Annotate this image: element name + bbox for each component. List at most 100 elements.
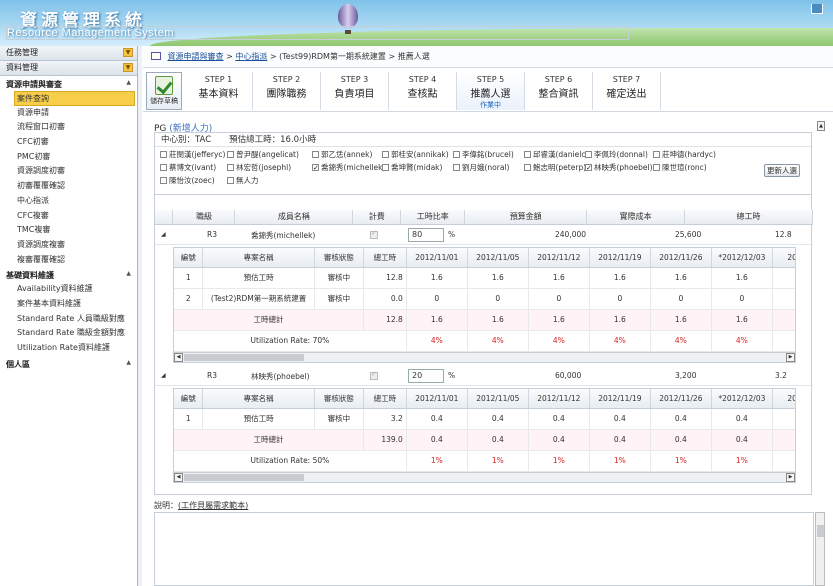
scroll-right-arrow-icon[interactable]: ▶ [786, 353, 795, 362]
step-4[interactable]: STEP 4 查核點 [389, 72, 457, 110]
sidebar-item[interactable]: 資源調度初審 [0, 164, 137, 179]
sidebar-section-2[interactable]: 資料管理 ▼ [0, 61, 137, 76]
candidate-checkbox[interactable]: 鮑志明(peterp) [524, 162, 586, 174]
scroll-left-arrow-icon[interactable]: ◀ [174, 353, 183, 362]
sidebar-item[interactable]: CFC複審 [0, 209, 137, 224]
scroll-left-arrow-icon[interactable]: ◀ [174, 473, 183, 482]
sidebar-item[interactable]: 流程窗口初審 [0, 120, 137, 135]
checkbox-icon[interactable] [312, 151, 319, 158]
checkbox-icon[interactable] [453, 164, 460, 171]
checkbox-icon[interactable] [160, 151, 167, 158]
note-textarea[interactable] [154, 512, 814, 586]
checkbox-icon[interactable] [653, 151, 660, 158]
breadcrumb-link-request[interactable]: 資源申請與審查 [168, 52, 224, 61]
candidate-checkbox[interactable]: 陳怡汝(zoec) [160, 175, 215, 187]
checkbox-icon[interactable] [227, 164, 234, 171]
sidebar-item[interactable]: 資源調度複審 [0, 238, 137, 253]
requirement-template-link[interactable]: (工作貝屬需求範本) [178, 501, 248, 510]
sidebar-item[interactable]: TMC複審 [0, 223, 137, 238]
horizontal-scrollbar[interactable]: ◀ ▶ [174, 472, 795, 482]
candidate-checkbox[interactable]: 李佩玲(donnal) [585, 149, 648, 161]
sidebar-group-2[interactable]: 基礎資料維護 ▲ [0, 267, 137, 282]
sidebar-item[interactable]: 複審覆覆確認 [0, 253, 137, 268]
sidebar-item[interactable]: 初審覆覆確認 [0, 179, 137, 194]
timesheet-cell: 0.4 [772, 408, 795, 430]
sidebar-item[interactable]: 資源申請 [0, 106, 137, 121]
checkbox-icon[interactable] [524, 151, 531, 158]
dropdown-toggle-icon[interactable]: ▼ [123, 63, 133, 72]
collapse-caret-icon[interactable]: ▲ [126, 79, 131, 86]
candidate-checkbox[interactable]: 陳世瑄(ronc) [653, 162, 707, 174]
dropdown-toggle-icon[interactable]: ▼ [123, 48, 133, 57]
date-column-header: 2012/11/01 [406, 248, 468, 268]
checkbox-icon[interactable] [382, 164, 389, 171]
checkbox-icon[interactable] [585, 151, 592, 158]
ratio-input[interactable]: 20 [408, 369, 444, 383]
checkbox-icon[interactable] [160, 177, 167, 184]
scroll-right-arrow-icon[interactable]: ▶ [786, 473, 795, 482]
horizontal-scrollbar[interactable]: ◀ ▶ [174, 352, 795, 362]
expand-triangle-icon[interactable]: ◢ [161, 372, 166, 379]
step-3[interactable]: STEP 3 負責項目 [321, 72, 389, 110]
checkbox-icon[interactable] [312, 162, 319, 174]
checkbox-icon[interactable] [585, 162, 592, 174]
step-2[interactable]: STEP 2 團隊職務 [253, 72, 321, 110]
expand-triangle-icon[interactable]: ◢ [161, 231, 166, 238]
sidebar-splitter[interactable] [138, 46, 142, 586]
home-icon[interactable] [811, 4, 823, 14]
collapse-caret-icon[interactable]: ▲ [126, 359, 131, 366]
checkbox-icon[interactable] [382, 151, 389, 158]
sidebar-item[interactable]: Standard Rate 人員職級對應 [0, 312, 137, 327]
save-draft-button[interactable]: 儲存草稿 [146, 72, 182, 110]
update-candidates-button[interactable]: 更新人選 [764, 164, 800, 177]
member-row: ◢ R3 林映秀(phoebel) 20% 60,000 3,200 3.2 [155, 367, 813, 386]
scrollbar-thumb[interactable] [184, 354, 304, 361]
collapse-caret-icon[interactable]: ▲ [126, 270, 131, 277]
member-hours: 3.2 [775, 371, 787, 380]
candidate-checkbox[interactable]: 郭桂安(annikak) [382, 149, 449, 161]
candidate-checkbox[interactable]: 莊閔漢(jefferyc) [160, 149, 225, 161]
note-scrollbar[interactable] [815, 512, 825, 586]
sidebar-item[interactable]: PMC初審 [0, 150, 137, 165]
step-6[interactable]: STEP 6 整合資訊 [525, 72, 593, 110]
candidate-checkbox[interactable]: 莊坤德(hardyc) [653, 149, 716, 161]
checkbox-icon[interactable] [160, 164, 167, 171]
scrollbar-thumb[interactable] [184, 474, 304, 481]
step-1[interactable]: STEP 1 基本資料 [185, 72, 253, 110]
candidate-checkbox[interactable]: 蔡博文(ivant) [160, 162, 216, 174]
ratio-input[interactable]: 80 [408, 228, 444, 242]
candidate-checkbox[interactable]: 李偉銘(brucel) [453, 149, 514, 161]
sidebar-section-1[interactable]: 任務管理 ▼ [0, 46, 137, 61]
candidate-checkbox[interactable]: 喬錦秀(michellek) [312, 162, 385, 174]
sidebar-item[interactable]: 案件基本資料維護 [0, 297, 137, 312]
step-7[interactable]: STEP 7 確定送出 [593, 72, 661, 110]
sidebar-item[interactable]: 案件查詢 [14, 91, 135, 106]
sidebar-item[interactable]: CFC初審 [0, 135, 137, 150]
member-cost: 3,200 [675, 371, 697, 380]
breadcrumb-link-assign[interactable]: 中心指派 [235, 52, 267, 61]
checkbox-icon[interactable] [227, 151, 234, 158]
collapse-arrow-icon[interactable]: ▲ [817, 121, 825, 131]
sidebar-item[interactable]: Availability資料維護 [0, 282, 137, 297]
candidate-checkbox[interactable]: 劉月娥(noral) [453, 162, 509, 174]
member-grade: R3 [207, 230, 217, 239]
candidate-checkbox[interactable]: 喬坤賢(midak) [382, 162, 442, 174]
candidate-checkbox[interactable]: 無人力 [227, 175, 259, 187]
candidate-checkbox[interactable]: 林宏哲(josephl) [227, 162, 291, 174]
sidebar-item[interactable]: Utilization Rate資料維護 [0, 341, 137, 356]
candidate-checkbox[interactable]: 曾尹醍(angelicat) [227, 149, 299, 161]
candidate-checkbox[interactable]: 郭乙恁(annek) [312, 149, 372, 161]
sidebar-group-3[interactable]: 個人區 ▲ [0, 356, 137, 371]
checkbox-icon[interactable] [524, 164, 531, 171]
scrollbar-thumb[interactable] [817, 525, 824, 537]
sidebar-item[interactable]: 中心指派 [0, 194, 137, 209]
checkbox-icon[interactable] [453, 151, 460, 158]
candidate-checkbox[interactable]: 邱睿漢(danielc) [524, 149, 588, 161]
col-cost: 實際成本 [586, 210, 686, 225]
sidebar-item[interactable]: Standard Rate 職級金額對應 [0, 326, 137, 341]
checkbox-icon[interactable] [653, 164, 660, 171]
step-5[interactable]: STEP 5 推薦人選 作業中 [457, 72, 525, 110]
sidebar-group-1[interactable]: 資源申請與審查 ▲ [0, 76, 137, 91]
checkbox-icon[interactable] [227, 177, 234, 184]
candidate-checkbox[interactable]: 林映秀(phoebel) [585, 162, 653, 174]
